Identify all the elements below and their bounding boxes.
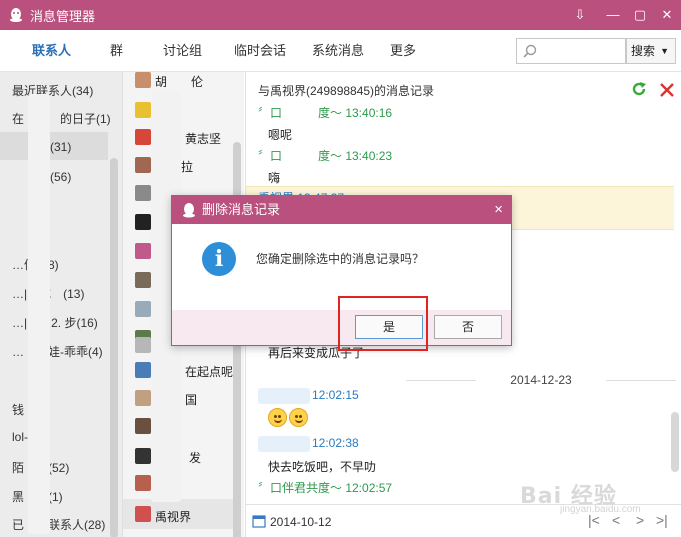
avatar xyxy=(135,362,151,378)
list-item-selected[interactable]: 禹视界 xyxy=(123,499,233,529)
dialog-close-button[interactable]: × xyxy=(494,196,503,224)
message-text: 快去吃饭吧，不早叻 xyxy=(268,460,377,474)
message-sender: 12:02:38 xyxy=(312,436,359,450)
avatar xyxy=(135,418,151,434)
history-date[interactable]: 2014-10-12 xyxy=(270,515,331,529)
list-item-selected[interactable]: (31) xyxy=(0,132,108,160)
tab-temp-chats[interactable]: 临时会话 xyxy=(234,30,286,72)
delete-icon[interactable] xyxy=(659,82,675,98)
avatar xyxy=(135,506,151,522)
history-actions xyxy=(630,80,675,101)
dialog-title: 删除消息记录 xyxy=(202,202,281,217)
message-text: 嗯呢 xyxy=(268,128,293,142)
tab-bar: 联系人 群 讨论组 临时会话 系统消息 更多 搜索 ▼ xyxy=(0,30,681,72)
qq-logo-icon xyxy=(183,203,195,218)
avatar xyxy=(135,185,151,201)
privacy-blur xyxy=(258,436,310,452)
avatar xyxy=(135,72,151,88)
avatar xyxy=(135,337,151,353)
close-icon[interactable]: ✕ xyxy=(657,6,677,24)
tab-groups[interactable]: 群 xyxy=(110,30,123,72)
qq-logo-icon xyxy=(10,8,22,22)
list-item[interactable]: … 娃娃-乖乖(4) xyxy=(12,343,103,360)
avatar xyxy=(135,102,151,118)
refresh-icon[interactable] xyxy=(630,80,648,98)
last-page-button[interactable]: >| xyxy=(656,512,668,528)
tab-system-messages[interactable]: 系统消息 xyxy=(312,30,364,72)
avatar xyxy=(135,448,151,464)
list-item[interactable]: …| 2. 步(16) xyxy=(12,314,98,331)
dialog-title-bar: 删除消息记录 xyxy=(172,196,511,224)
emoji-row xyxy=(268,408,310,430)
annotation-highlight-box xyxy=(338,296,428,351)
tab-more[interactable]: 更多 xyxy=(390,30,416,72)
smile-emoji-icon xyxy=(268,408,287,427)
list-item[interactable]: 在 的日子(1) xyxy=(12,110,111,127)
avatar xyxy=(135,129,151,145)
message-text: 嗨 xyxy=(268,171,281,185)
message-sender: 12:02:15 xyxy=(312,388,359,402)
smile-emoji-icon xyxy=(289,408,308,427)
window-title: 消息管理器 xyxy=(30,8,96,24)
download-icon[interactable]: ⇩ xyxy=(570,6,590,24)
contact-group-list: 最近联系人(34) 在 的日子(1) (31) (56) 8) 8) …侣 8)… xyxy=(0,72,122,537)
message-sender: 〞口 度～ 13:40:23 xyxy=(258,149,393,163)
privacy-blur xyxy=(258,388,310,404)
search-input[interactable] xyxy=(516,38,626,64)
minimize-icon[interactable]: — xyxy=(603,6,623,24)
message-sender: 〞口伴君共度～ 12:02:57 xyxy=(258,481,393,495)
left-scrollbar[interactable] xyxy=(110,158,118,537)
list-item[interactable]: (56) xyxy=(50,170,71,184)
chevron-down-icon: ▼ xyxy=(660,46,669,56)
avatar xyxy=(135,475,151,491)
list-item[interactable]: 已 联系人(28) xyxy=(12,516,105,533)
search-icon xyxy=(523,44,537,58)
search-button[interactable]: 搜索 ▼ xyxy=(626,38,676,64)
dialog-message: 您确定删除选中的消息记录吗？ xyxy=(256,252,425,266)
tab-contacts[interactable]: 联系人 xyxy=(32,30,71,72)
date-divider: 2014-12-23 xyxy=(406,373,676,387)
watermark-url: jingyan.baidu.com xyxy=(560,504,641,515)
avatar xyxy=(135,214,151,230)
no-button[interactable]: 否 xyxy=(434,315,502,339)
avatar xyxy=(135,243,151,259)
list-item[interactable]: 最近联系人(34) xyxy=(12,82,93,99)
avatar xyxy=(135,390,151,406)
history-scrollbar[interactable] xyxy=(671,412,679,472)
avatar xyxy=(135,272,151,288)
list-item[interactable]: 胡 伦 xyxy=(135,72,245,90)
history-header: 与禹视界(249898845)的消息记录 xyxy=(258,84,435,98)
calendar-icon[interactable] xyxy=(252,514,266,528)
message-sender: 〞口 度～ 13:40:16 xyxy=(258,106,393,120)
list-item[interactable]: lol- xyxy=(12,430,28,444)
info-icon: i xyxy=(202,242,236,276)
maximize-icon[interactable]: ▢ xyxy=(630,6,650,24)
tab-discussions[interactable]: 讨论组 xyxy=(163,30,202,72)
privacy-blur xyxy=(28,94,50,534)
avatar xyxy=(135,157,151,173)
list-item[interactable]: 钱 xyxy=(12,401,24,418)
avatar xyxy=(135,301,151,317)
